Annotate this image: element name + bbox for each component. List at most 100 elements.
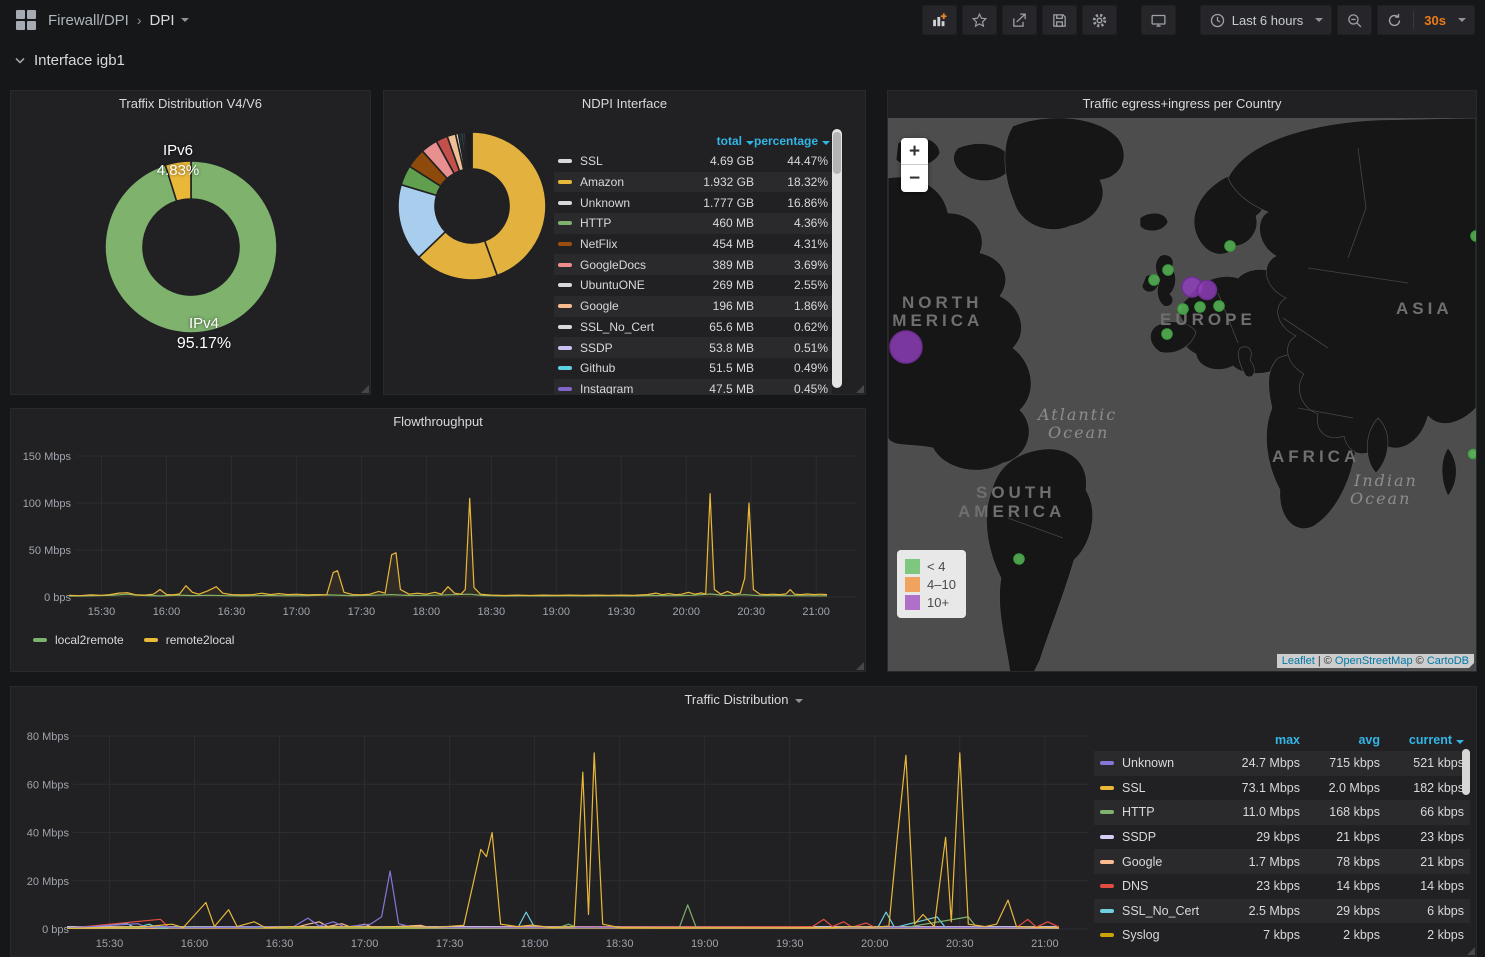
ndpi-legend-row-Instagram[interactable]: Instagram 47.5 MB 0.45% [554, 379, 832, 395]
panel-title[interactable]: Traffix Distribution V4/V6 [11, 91, 370, 117]
ndpi-legend-scrollbar[interactable] [832, 129, 842, 388]
dashboard-dropdown-caret[interactable] [181, 18, 189, 22]
grafana-logo-icon[interactable] [16, 10, 36, 30]
traffic-legend-scrollbar[interactable] [1462, 749, 1470, 795]
traffic-legend-row-Google[interactable]: Google 1.7 Mbps 78 kbps 21 kbps [1094, 849, 1470, 874]
tv-mode-button[interactable] [1141, 5, 1176, 35]
sort-by-percentage[interactable]: percentage [754, 134, 828, 148]
series-label[interactable]: Google [1122, 855, 1208, 869]
series-label[interactable]: SSDP [1122, 830, 1208, 844]
ndpi-legend-row-Google[interactable]: Google 196 MB 1.86% [554, 296, 832, 317]
map-bubble-green[interactable] [1178, 304, 1188, 314]
ndpi-legend-row-SSL_No_Cert[interactable]: SSL_No_Cert 65.6 MB 0.62% [554, 317, 832, 338]
panel-resize-handle[interactable] [1467, 947, 1475, 955]
series-label[interactable]: UbuntuONE [580, 278, 674, 292]
series-SSL[interactable] [67, 753, 1059, 928]
legend-item-remote2local[interactable]: remote2local [144, 633, 235, 647]
series-label[interactable]: Unknown [1122, 756, 1208, 770]
v4v6-donut-chart[interactable] [11, 91, 371, 395]
traffic-legend-row-SSL[interactable]: SSL 73.1 Mbps 2.0 Mbps 182 kbps [1094, 776, 1470, 801]
settings-button[interactable] [1082, 5, 1117, 35]
traffic-legend-row-SSDP[interactable]: SSDP 29 kbps 21 kbps 23 kbps [1094, 825, 1470, 850]
map-bubble-green[interactable] [1163, 265, 1173, 275]
traffic-line-chart[interactable]: 0 bps20 Mbps40 Mbps60 Mbps80 Mbps15:3016… [11, 687, 1096, 957]
panel-resize-handle[interactable] [1467, 662, 1475, 670]
ndpi-legend-row-SSDP[interactable]: SSDP 53.8 MB 0.51% [554, 337, 832, 358]
sort-by-total[interactable]: total [674, 134, 754, 148]
map-bubble-green[interactable] [1225, 241, 1235, 251]
map-bubble-purple[interactable] [890, 331, 922, 363]
series-label[interactable]: HTTP [580, 216, 674, 230]
ndpi-legend-row-GoogleDocs[interactable]: GoogleDocs 389 MB 3.69% [554, 254, 832, 275]
series-label[interactable]: NetFlix [580, 237, 674, 251]
series-label[interactable]: SSL_No_Cert [1122, 904, 1208, 918]
add-panel-button[interactable] [922, 5, 957, 35]
refresh-interval-label[interactable]: 30s [1424, 13, 1446, 28]
refresh-button-group[interactable]: 30s [1377, 5, 1475, 35]
breadcrumb-dashboard[interactable]: DPI [150, 12, 175, 29]
map-bubble-green[interactable] [1014, 554, 1024, 564]
map-bubble-green[interactable] [1471, 231, 1476, 241]
panel-resize-handle[interactable] [856, 662, 864, 670]
sort-by-max[interactable]: max [1208, 733, 1300, 747]
traffic-legend-row-SSL_No_Cert[interactable]: SSL_No_Cert 2.5 Mbps 29 kbps 6 kbps [1094, 899, 1470, 924]
panel-resize-handle[interactable] [361, 385, 369, 393]
series-Unknown[interactable] [67, 871, 1059, 928]
legend-item-local2remote[interactable]: local2remote [33, 633, 124, 647]
leaflet-link[interactable]: Leaflet [1282, 655, 1315, 667]
star-button[interactable] [962, 5, 997, 35]
series-label[interactable]: HTTP [1122, 805, 1208, 819]
series-label[interactable]: SSL [1122, 781, 1208, 795]
ndpi-legend-row-Amazon[interactable]: Amazon 1.932 GB 18.32% [554, 172, 832, 193]
ndpi-legend-row-UbuntuONE[interactable]: UbuntuONE 269 MB 2.55% [554, 275, 832, 296]
map-bubble-green[interactable] [1469, 450, 1477, 459]
traffic-legend-row-Unknown[interactable]: Unknown 24.7 Mbps 715 kbps 521 kbps [1094, 751, 1470, 776]
map-zoom-in-button[interactable]: + [901, 138, 928, 165]
series-label[interactable]: Amazon [580, 175, 674, 189]
traffic-legend-row-DNS[interactable]: DNS 23 kbps 14 kbps 14 kbps [1094, 874, 1470, 899]
series-label[interactable]: Unknown [580, 196, 674, 210]
series-label[interactable]: GoogleDocs [580, 258, 674, 272]
map-bubble-green[interactable] [1162, 329, 1172, 339]
series-label[interactable]: SSL [580, 154, 674, 168]
series-label[interactable]: SSDP [580, 341, 674, 355]
ndpi-legend-row-Github[interactable]: Github 51.5 MB 0.49% [554, 358, 832, 379]
refresh-interval-caret[interactable] [1458, 18, 1466, 22]
panel-title[interactable]: Flowthroughput [11, 409, 865, 435]
ndpi-legend-row-NetFlix[interactable]: NetFlix 454 MB 4.31% [554, 234, 832, 255]
map-bubble-purple[interactable] [1198, 281, 1217, 300]
sort-by-avg[interactable]: avg [1300, 733, 1380, 747]
time-range-picker[interactable]: Last 6 hours [1200, 5, 1333, 35]
series-label[interactable]: Instagram [580, 382, 674, 395]
map-bubble-green[interactable] [1214, 301, 1224, 311]
map-label-atlantic: Atlantic [1036, 405, 1117, 424]
carto-link[interactable]: CartoDB [1427, 655, 1469, 667]
traffic-legend-row-Syslog[interactable]: Syslog 7 kbps 2 kbps 2 kbps [1094, 923, 1470, 948]
save-button[interactable] [1042, 5, 1077, 35]
series-label[interactable]: DNS [1122, 879, 1208, 893]
sort-by-current[interactable]: current [1380, 733, 1464, 747]
series-label[interactable]: SSL_No_Cert [580, 320, 674, 334]
panel-traffic-distribution: Traffic Distribution 0 bps20 Mbps40 Mbps… [10, 686, 1477, 957]
ndpi-legend-row-Unknown[interactable]: Unknown 1.777 GB 16.86% [554, 192, 832, 213]
map-zoom-out-button[interactable]: − [901, 165, 928, 192]
share-button[interactable] [1002, 5, 1037, 35]
series-label[interactable]: Github [580, 361, 674, 375]
series-label[interactable]: Google [580, 299, 674, 313]
panel-resize-handle[interactable] [856, 385, 864, 393]
world-map[interactable]: NORTHAMERICAEUROPEASIAAFRICASOUTHAMERICA… [888, 118, 1476, 671]
row-interface-igb1[interactable]: Interface igb1 [14, 52, 125, 69]
ndpi-legend-row-SSL[interactable]: SSL 4.69 GB 44.47% [554, 151, 832, 172]
traffic-legend-row-HTTP[interactable]: HTTP 11.0 Mbps 168 kbps 66 kbps [1094, 800, 1470, 825]
map-bubble-green[interactable] [1149, 275, 1159, 285]
breadcrumb-folder[interactable]: Firewall/DPI [48, 12, 129, 29]
panel-title[interactable]: Traffic egress+ingress per Country [888, 91, 1476, 117]
series-label[interactable]: Syslog [1122, 928, 1208, 942]
zoom-out-icon [1346, 12, 1363, 29]
ndpi-legend-row-HTTP[interactable]: HTTP 460 MB 4.36% [554, 213, 832, 234]
zoom-out-button[interactable] [1337, 5, 1372, 35]
panel-title[interactable]: NDPI Interface [384, 91, 865, 117]
panel-title[interactable]: Traffic Distribution [11, 687, 1476, 713]
map-bubble-green[interactable] [1195, 302, 1205, 312]
osm-link[interactable]: OpenStreetMap [1335, 655, 1413, 667]
